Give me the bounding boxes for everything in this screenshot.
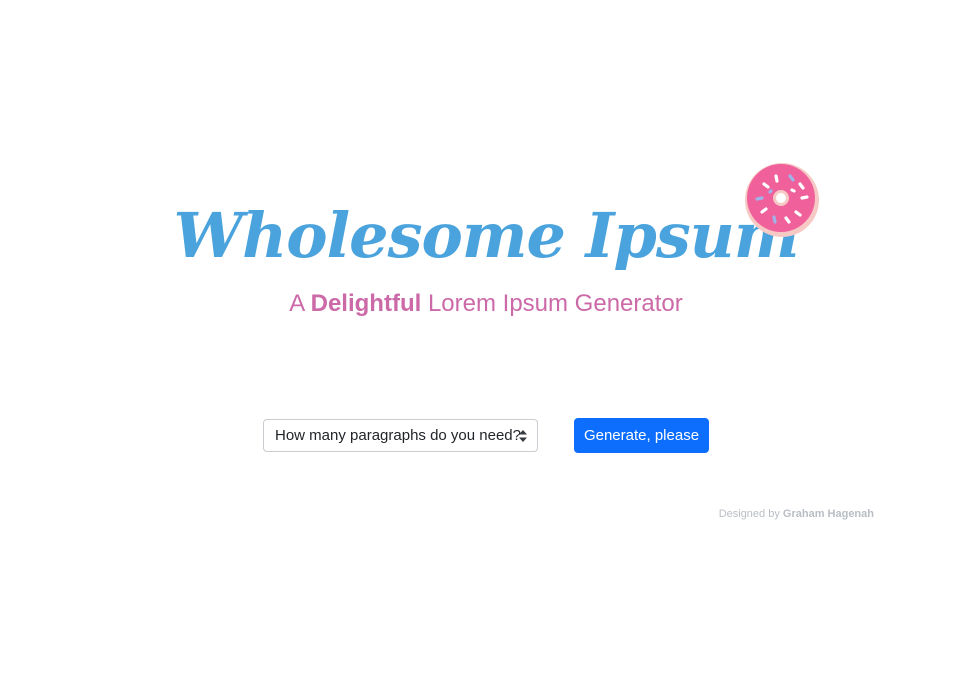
page-subtitle: A Delightful Lorem Ipsum Generator: [0, 289, 972, 319]
donut-icon: [745, 163, 819, 237]
sort-arrows-icon: [519, 430, 527, 442]
paragraph-count-select[interactable]: How many paragraphs do you need?: [263, 419, 538, 452]
subtitle-prefix: A: [289, 290, 304, 317]
subtitle-emphasis: Delightful: [310, 290, 422, 317]
credit-author-link[interactable]: Graham Hagenah: [783, 508, 874, 520]
footer-credit: Designed by Graham Hagenah: [719, 508, 874, 520]
paragraph-count-select-label: How many paragraphs do you need?: [275, 427, 521, 444]
hero-section: Wholesome Ipsum A Delightful Lorem Ipsum…: [0, 0, 972, 688]
generate-button[interactable]: Generate, please: [574, 418, 709, 453]
subtitle-suffix: Lorem Ipsum Generator: [427, 290, 683, 317]
page-title: Wholesome Ipsum: [173, 199, 800, 272]
credit-prefix: Designed by: [718, 508, 780, 520]
